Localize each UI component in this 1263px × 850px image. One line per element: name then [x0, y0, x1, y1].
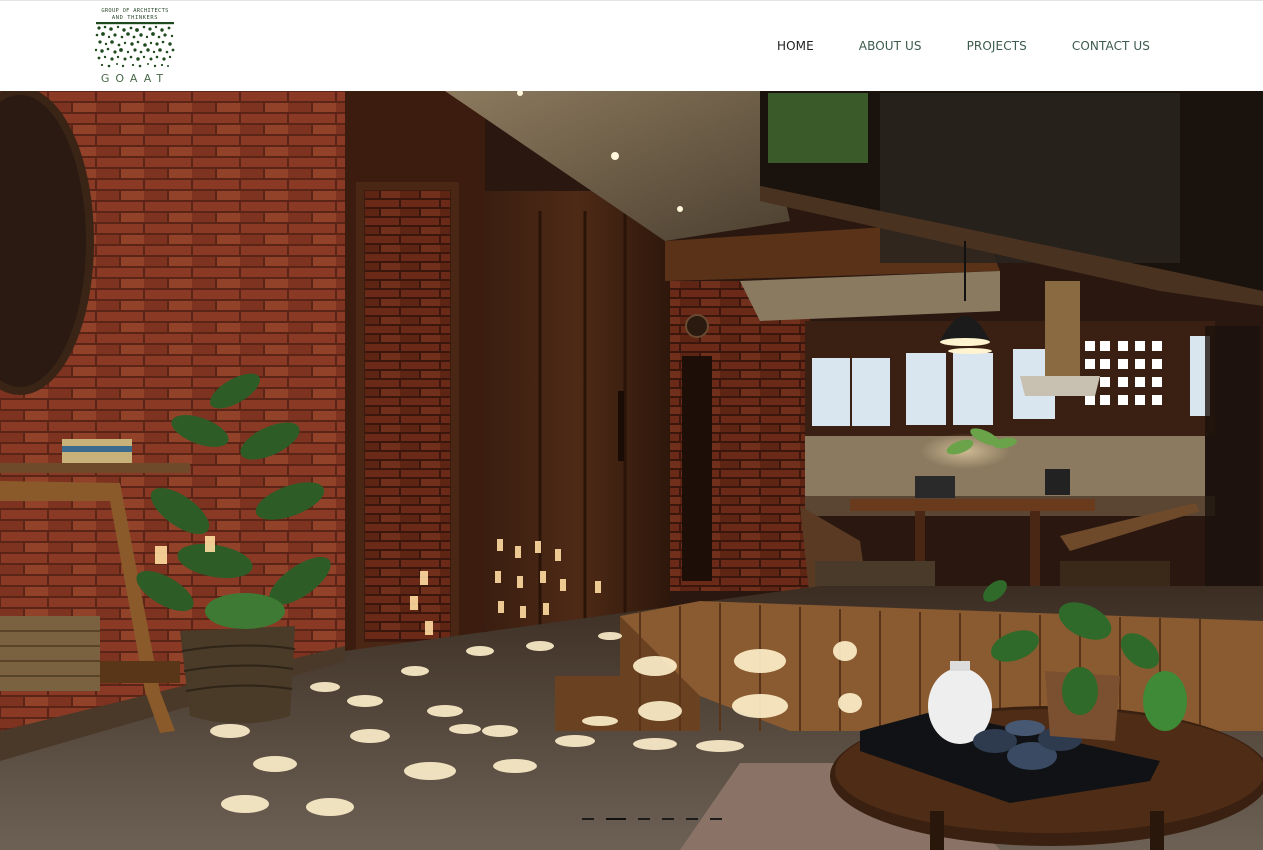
hero-interior-photo — [0, 91, 1263, 850]
hero-slider[interactable] — [0, 91, 1263, 850]
slide-dot-3[interactable] — [638, 818, 650, 820]
nav-projects[interactable]: PROJECTS — [967, 39, 1027, 53]
logo-mark-icon — [94, 22, 175, 68]
main-nav: HOME ABOUT US PROJECTS CONTACT US — [777, 39, 1150, 53]
logo-tagline-2: AND THINKERS — [111, 15, 159, 21]
logo-wordmark: GOAAT — [100, 72, 170, 85]
site-header: GROUP OF ARCHITECTS AND THINKERS GOAAT H… — [0, 0, 1263, 91]
slider-pagination — [582, 818, 722, 820]
nav-contact-us[interactable]: CONTACT US — [1072, 39, 1150, 53]
site-logo[interactable]: GROUP OF ARCHITECTS AND THINKERS GOAAT — [91, 6, 179, 88]
slide-dot-6[interactable] — [710, 818, 722, 820]
slide-dot-2[interactable] — [606, 818, 626, 820]
slide-dot-1[interactable] — [582, 818, 594, 820]
nav-home[interactable]: HOME — [777, 39, 814, 53]
nav-about-us[interactable]: ABOUT US — [859, 39, 922, 53]
slide-dot-5[interactable] — [686, 818, 698, 820]
slide-dot-4[interactable] — [662, 818, 674, 820]
logo-tagline-1: GROUP OF ARCHITECTS — [101, 8, 169, 14]
